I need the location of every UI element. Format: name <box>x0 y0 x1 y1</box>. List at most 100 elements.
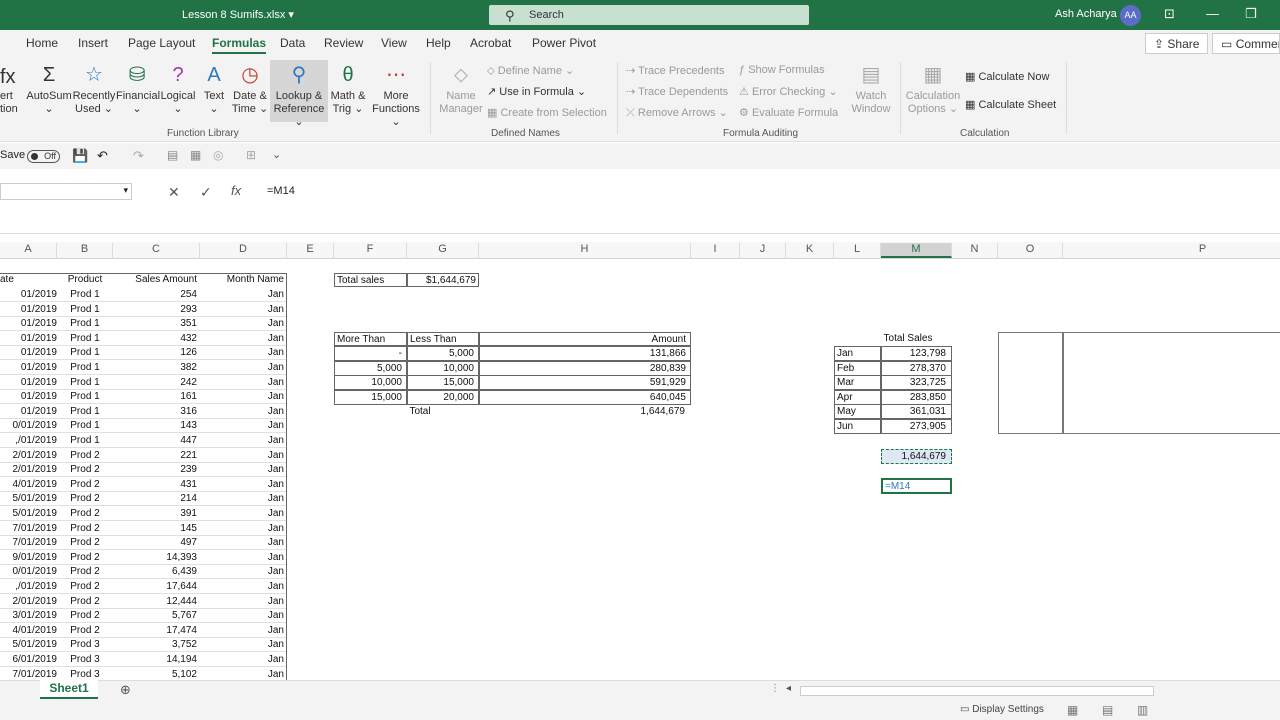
insert-function-button[interactable]: fx ert tion <box>0 64 20 116</box>
trace-precedents-button[interactable]: ⇢ Trace Precedents <box>626 64 725 77</box>
range-cell[interactable]: 15,000 <box>407 375 479 391</box>
column-header-i[interactable]: I <box>691 243 740 258</box>
text-button[interactable]: A Text ⌄ <box>198 62 230 116</box>
range-cell[interactable]: 5,000 <box>334 360 407 376</box>
column-header-g[interactable]: G <box>407 243 479 258</box>
month-name-cell[interactable]: Mar <box>834 375 881 391</box>
range-cell[interactable]: 15,000 <box>334 389 407 405</box>
column-header-f[interactable]: F <box>334 243 407 258</box>
calculation-options-button[interactable]: ▦ Calculation Options ⌄ <box>904 62 962 116</box>
total-sales-value[interactable]: $1,644,679 <box>407 273 479 287</box>
more-functions-button[interactable]: ⋯ More Functions ⌄ <box>368 62 424 129</box>
undo-icon[interactable]: ↶ <box>97 148 108 164</box>
redo-icon[interactable]: ↷ <box>133 148 144 164</box>
column-header-p[interactable]: P <box>1063 243 1280 258</box>
month-table-header[interactable]: Total Sales <box>834 332 982 346</box>
column-header-j[interactable]: J <box>740 243 786 258</box>
range-cell[interactable]: 5,000 <box>407 346 479 361</box>
financial-button[interactable]: ⛁ Financial ⌄ <box>116 62 160 116</box>
total-sales-label[interactable]: Total sales <box>334 273 407 287</box>
autosum-button[interactable]: Σ AutoSum ⌄ <box>26 62 72 116</box>
month-total-cell[interactable]: 323,725 <box>881 375 952 391</box>
tab-review[interactable]: Review <box>324 36 363 50</box>
month-name-cell[interactable]: Apr <box>834 389 881 405</box>
sheet-tab-sheet1[interactable]: Sheet1 <box>40 680 98 699</box>
month-name-cell[interactable]: Jan <box>834 346 881 361</box>
blank-table-left[interactable] <box>998 332 1063 434</box>
tab-help[interactable]: Help <box>426 36 451 50</box>
range-cell[interactable]: 10,000 <box>334 375 407 391</box>
month-name-cell[interactable]: Jun <box>834 419 881 434</box>
comments-button[interactable]: ▭ Comments <box>1212 33 1280 54</box>
add-sheet-icon[interactable]: ⊕ <box>120 682 131 698</box>
trace-dependents-button[interactable]: ⇢ Trace Dependents <box>626 85 728 98</box>
column-header-d[interactable]: D <box>200 243 287 258</box>
create-from-selection-button[interactable]: ▦ Create from Selection <box>487 106 607 119</box>
column-header-m[interactable]: M <box>881 243 952 258</box>
display-settings[interactable]: ▭ Display Settings <box>960 704 1044 715</box>
month-name-cell[interactable]: Feb <box>834 360 881 376</box>
horizontal-scrollbar[interactable] <box>800 686 1154 696</box>
logical-button[interactable]: ? Logical ⌄ <box>158 62 198 116</box>
scroll-left-icon[interactable]: ◂ <box>786 683 791 694</box>
chevron-down-icon[interactable]: ▾ <box>123 185 128 196</box>
range-total-label[interactable]: Total <box>407 405 433 419</box>
range-cell[interactable]: - <box>334 346 407 361</box>
active-edit-cell[interactable]: =M14 <box>881 478 952 494</box>
document-title[interactable]: Lesson 8 Sumifs.xlsx ▾ <box>182 8 294 21</box>
define-name-button[interactable]: ⬦ Define Name ⌄ <box>487 64 574 78</box>
month-total-cell[interactable]: 273,905 <box>881 419 952 434</box>
range-cell[interactable]: 280,839 <box>479 360 691 376</box>
page-layout-view-icon[interactable]: ▤ <box>1102 703 1113 717</box>
calculate-now-button[interactable]: ▦ Calculate Now <box>965 70 1049 83</box>
shape-icon[interactable]: ◎ <box>213 148 223 162</box>
month-total-cell[interactable]: 123,798 <box>881 346 952 361</box>
borders-icon[interactable]: ⊞ <box>246 148 256 162</box>
customize-qat-icon[interactable]: ⌄ <box>272 148 281 161</box>
autosave-toggle[interactable]: Off <box>27 150 60 163</box>
month-sum-cell[interactable]: 1,644,679 <box>881 449 952 464</box>
lookup-reference-button[interactable]: ⚲ Lookup & Reference ⌄ <box>270 60 328 128</box>
error-checking-button[interactable]: ⚠ Error Checking ⌄ <box>739 85 838 98</box>
range-cell[interactable]: 20,000 <box>407 389 479 405</box>
name-manager-button[interactable]: ⬦ Name Manager <box>438 62 484 116</box>
insert-function-icon[interactable]: fx <box>231 183 241 198</box>
watch-window-button[interactable]: ▤ Watch Window <box>848 62 894 116</box>
tab-insert[interactable]: Insert <box>78 36 108 50</box>
minimize-icon[interactable]: — <box>1206 6 1219 21</box>
column-header-l[interactable]: L <box>834 243 881 258</box>
range-cell[interactable]: 640,045 <box>479 389 691 405</box>
column-header-k[interactable]: K <box>786 243 834 258</box>
month-total-cell[interactable]: 283,850 <box>881 389 952 405</box>
tab-page-layout[interactable]: Page Layout <box>128 36 195 50</box>
table-icon[interactable]: ▦ <box>190 148 201 162</box>
range-header[interactable]: Less Than <box>407 332 479 346</box>
tab-power-pivot[interactable]: Power Pivot <box>532 36 596 50</box>
share-button[interactable]: ⇪ Share <box>1145 33 1209 54</box>
column-header-b[interactable]: B <box>57 243 113 258</box>
tab-data[interactable]: Data <box>280 36 305 50</box>
column-header-n[interactable]: N <box>952 243 998 258</box>
restore-icon[interactable]: ❐ <box>1245 6 1257 22</box>
normal-view-icon[interactable]: ▦ <box>1067 703 1078 717</box>
math-trig-button[interactable]: θ Math & Trig ⌄ <box>328 62 368 116</box>
save-icon[interactable]: 💾 <box>72 148 88 164</box>
calculate-sheet-button[interactable]: ▦ Calculate Sheet <box>965 98 1056 111</box>
tab-home[interactable]: Home <box>26 36 58 50</box>
tab-view[interactable]: View <box>381 36 407 50</box>
range-cell[interactable]: 591,929 <box>479 375 691 391</box>
column-header-a[interactable]: A <box>0 243 57 258</box>
page-break-view-icon[interactable]: ▥ <box>1137 703 1148 717</box>
avatar[interactable]: AA <box>1120 5 1141 26</box>
evaluate-formula-button[interactable]: ⚙ Evaluate Formula <box>739 106 838 119</box>
blank-table-right[interactable] <box>1063 332 1280 434</box>
formula-input[interactable]: =M14 <box>267 185 295 197</box>
search-box[interactable]: ⚲ Search <box>489 5 809 25</box>
show-formulas-button[interactable]: ƒ Show Formulas <box>739 64 825 76</box>
print-preview-icon[interactable]: ▤ <box>167 148 178 162</box>
cancel-icon[interactable]: ✕ <box>168 184 180 201</box>
recently-used-button[interactable]: ☆ Recently Used ⌄ <box>72 62 116 116</box>
range-header[interactable]: Amount <box>479 332 691 346</box>
splitter-icon[interactable]: ⋮ <box>770 683 780 694</box>
worksheet-grid[interactable]: ate Product Sales Amount Month Name 01/2… <box>0 260 1280 680</box>
